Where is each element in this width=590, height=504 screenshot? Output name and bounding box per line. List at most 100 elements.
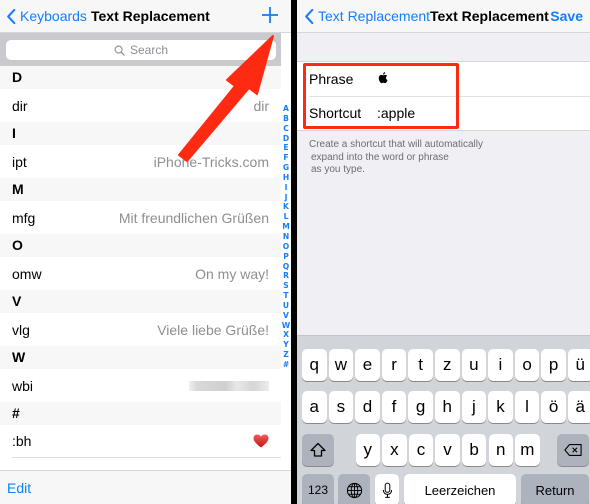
- edit-button[interactable]: Edit: [7, 480, 31, 496]
- key-l[interactable]: l: [514, 391, 540, 423]
- key-w[interactable]: w: [328, 349, 354, 381]
- index-letter[interactable]: T: [283, 291, 288, 301]
- list-item[interactable]: ipt iPhone-Tricks.com: [0, 145, 281, 178]
- list-item[interactable]: omw On my way!: [0, 257, 281, 290]
- new-replacement-screen: Text Replacement Text Replacement Save P…: [297, 0, 590, 504]
- section-header: I: [0, 122, 281, 145]
- index-letter[interactable]: U: [283, 301, 289, 311]
- key-z[interactable]: z: [435, 349, 460, 381]
- key-q[interactable]: q: [302, 349, 327, 381]
- index-letter[interactable]: K: [283, 202, 289, 212]
- key-s[interactable]: s: [328, 391, 354, 423]
- list-item[interactable]: :bh: [12, 425, 281, 458]
- globe-icon: [346, 482, 362, 498]
- index-letter[interactable]: W: [282, 321, 290, 331]
- phrase-field[interactable]: Phrase: [297, 62, 590, 96]
- index-letter[interactable]: Z: [283, 350, 289, 360]
- key-u[interactable]: u: [461, 349, 487, 381]
- phrase-text: dir: [253, 97, 269, 114]
- microphone-icon: [382, 482, 392, 498]
- key-g[interactable]: g: [408, 391, 433, 423]
- footer-line: as you type.: [311, 164, 365, 176]
- list-item[interactable]: vlg Viele liebe Grüße!: [0, 313, 281, 346]
- phrase-text: Mit freundlichen Grüßen: [118, 209, 269, 226]
- key-h[interactable]: h: [435, 391, 460, 423]
- index-letter[interactable]: J: [285, 193, 288, 203]
- shift-key[interactable]: [302, 434, 334, 466]
- key-r[interactable]: r: [381, 349, 407, 381]
- index-letter[interactable]: P: [283, 252, 289, 262]
- space-key[interactable]: Leerzeichen: [404, 474, 516, 504]
- key-f[interactable]: f: [381, 391, 407, 423]
- index-letter[interactable]: E: [283, 143, 288, 153]
- key-ö[interactable]: ö: [541, 391, 566, 423]
- back-button[interactable]: Keyboards: [6, 8, 87, 24]
- key-d[interactable]: d: [355, 391, 380, 423]
- key-m[interactable]: m: [515, 434, 540, 466]
- index-letter[interactable]: G: [283, 163, 289, 173]
- section-header: V: [0, 290, 281, 313]
- shortcut-value[interactable]: :apple: [377, 105, 415, 121]
- section-header: W: [0, 346, 281, 369]
- key-e[interactable]: e: [355, 349, 380, 381]
- section-header: D: [0, 66, 281, 89]
- index-letter[interactable]: Q: [283, 262, 289, 272]
- numbers-key[interactable]: 123: [302, 474, 334, 504]
- index-letter[interactable]: V: [283, 311, 289, 321]
- index-letter[interactable]: X: [283, 330, 289, 340]
- shortcut-field[interactable]: Shortcut :apple: [297, 96, 590, 130]
- page-title: Text Replacement: [91, 8, 210, 24]
- index-letter[interactable]: F: [283, 153, 288, 163]
- shortcut-text: ipt: [12, 153, 27, 170]
- key-b[interactable]: b: [461, 434, 487, 466]
- phrase-text: On my way!: [195, 265, 269, 282]
- key-n[interactable]: n: [488, 434, 513, 466]
- list-item[interactable]: dir dir: [0, 89, 281, 122]
- key-j[interactable]: j: [461, 391, 487, 423]
- index-letter[interactable]: S: [283, 281, 288, 291]
- search-placeholder: Search: [129, 43, 169, 57]
- index-letter[interactable]: N: [283, 232, 289, 242]
- list-item[interactable]: wbi: [0, 369, 281, 402]
- index-letter[interactable]: A: [283, 104, 289, 114]
- index-letter[interactable]: #: [283, 360, 289, 370]
- index-letter[interactable]: B: [283, 114, 289, 124]
- replacement-list: D dir dir I ipt iPhone-Tricks.com M mfg …: [0, 66, 281, 458]
- index-letter[interactable]: M: [282, 222, 290, 232]
- index-letter[interactable]: I: [285, 183, 288, 193]
- section-index[interactable]: A B C D E F G H I J K L M N O P Q R S T U V W X Y Z #: [281, 104, 291, 370]
- key-ä[interactable]: ä: [568, 391, 590, 423]
- index-letter[interactable]: L: [284, 212, 289, 222]
- index-letter[interactable]: R: [283, 271, 289, 281]
- keyboard: 123 Leerzeichen Return qwertzuiopü asdfgh…: [297, 335, 590, 504]
- index-letter[interactable]: C: [283, 124, 289, 134]
- index-letter[interactable]: O: [283, 242, 289, 252]
- plus-icon: [262, 7, 278, 23]
- add-button[interactable]: [259, 4, 281, 26]
- key-c[interactable]: c: [408, 434, 434, 466]
- key-x[interactable]: x: [382, 434, 407, 466]
- save-button[interactable]: Save: [550, 8, 583, 24]
- search-input[interactable]: Search: [6, 40, 276, 60]
- key-ü[interactable]: ü: [568, 349, 590, 381]
- phrase-label: Phrase: [309, 71, 354, 87]
- key-i[interactable]: i: [488, 349, 513, 381]
- key-p[interactable]: p: [541, 349, 566, 381]
- return-key[interactable]: Return: [521, 474, 589, 504]
- phrase-value[interactable]: [377, 71, 388, 87]
- dictation-key[interactable]: [375, 474, 399, 504]
- key-a[interactable]: a: [302, 391, 327, 423]
- globe-key[interactable]: [338, 474, 370, 504]
- key-k[interactable]: k: [488, 391, 513, 423]
- back-button[interactable]: Text Replacement: [304, 8, 430, 24]
- index-letter[interactable]: H: [283, 173, 289, 183]
- key-t[interactable]: t: [408, 349, 433, 381]
- list-item[interactable]: mfg Mit freundlichen Grüßen: [0, 201, 281, 234]
- key-v[interactable]: v: [435, 434, 460, 466]
- index-letter[interactable]: D: [283, 134, 289, 144]
- index-letter[interactable]: Y: [283, 340, 289, 350]
- phrase-text: Viele liebe Grüße!: [157, 321, 269, 338]
- key-o[interactable]: o: [514, 349, 540, 381]
- delete-key[interactable]: [557, 434, 589, 466]
- key-y[interactable]: y: [355, 434, 380, 466]
